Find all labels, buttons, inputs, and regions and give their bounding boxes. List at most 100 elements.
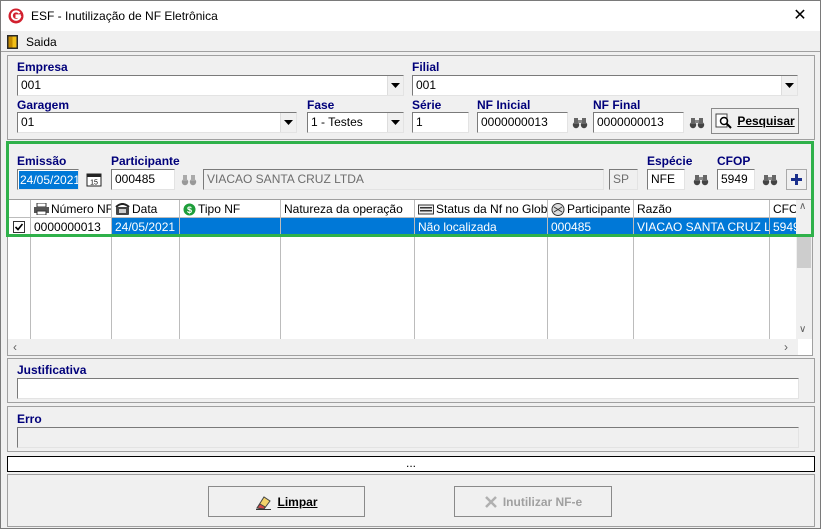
nf-inicial-label: NF Inicial bbox=[477, 98, 531, 112]
grid-line bbox=[111, 236, 112, 340]
eraser-icon bbox=[256, 495, 272, 510]
cell-cfop: 5949 bbox=[770, 218, 798, 236]
main-window: ESF - Inutilização de NF Eletrônica ✕ Sa… bbox=[0, 0, 821, 529]
nf-final-label: NF Final bbox=[593, 98, 641, 112]
col-numero-nf[interactable]: Número NF bbox=[31, 200, 112, 218]
serie-input[interactable]: 1 bbox=[412, 112, 469, 133]
grid-line bbox=[179, 236, 180, 340]
chevron-down-icon[interactable] bbox=[280, 113, 296, 132]
menu-divider bbox=[1, 51, 820, 52]
cell-status: Não localizada bbox=[415, 218, 548, 236]
telephone-icon bbox=[115, 203, 130, 215]
participante-code-input[interactable]: 000485 bbox=[111, 169, 175, 190]
scroll-left-icon[interactable]: ‹ bbox=[13, 340, 17, 354]
checkbox-checked-icon bbox=[13, 221, 25, 233]
app-logo-icon bbox=[8, 8, 24, 24]
horizontal-scrollbar[interactable]: ‹ › bbox=[8, 339, 798, 355]
nf-final-input[interactable]: 0000000013 bbox=[593, 112, 684, 133]
especie-input[interactable]: NFE bbox=[647, 169, 685, 190]
col-razao[interactable]: Razão bbox=[634, 200, 770, 218]
cfop-label: CFOP bbox=[717, 154, 751, 168]
fase-select[interactable]: 1 - Testes bbox=[307, 112, 404, 133]
emissao-label: Emissão bbox=[17, 154, 67, 168]
fase-value: 1 - Testes bbox=[311, 115, 363, 129]
participante-name-field: VIACAO SANTA CRUZ LTDA bbox=[203, 169, 604, 190]
col-status-label: Status da Nf no Globus bbox=[436, 202, 548, 216]
exit-door-icon bbox=[7, 34, 18, 49]
inutilizar-button-label: Inutilizar NF-e bbox=[502, 494, 583, 509]
inutilizar-button[interactable]: Inutilizar NF-e bbox=[454, 486, 612, 517]
menu-exit-label: Saida bbox=[26, 34, 57, 49]
chevron-down-icon[interactable] bbox=[387, 113, 403, 132]
empresa-label: Empresa bbox=[17, 60, 68, 74]
chevron-down-icon[interactable] bbox=[781, 76, 797, 95]
scroll-thumb[interactable] bbox=[797, 234, 811, 268]
grid-line bbox=[633, 236, 634, 340]
dollar-icon: $ bbox=[183, 203, 196, 215]
row-checkbox[interactable] bbox=[8, 218, 31, 236]
menu-bar: Saida bbox=[1, 31, 820, 51]
participante-label: Participante bbox=[111, 154, 180, 168]
garagem-label: Garagem bbox=[17, 98, 70, 112]
col-cfop-label: CFOP bbox=[773, 202, 798, 216]
participant-icon bbox=[551, 202, 565, 216]
garagem-value: 01 bbox=[21, 115, 35, 129]
calendar-icon[interactable]: 15 bbox=[83, 169, 104, 190]
erro-label: Erro bbox=[17, 412, 42, 426]
window-title: ESF - Inutilização de NF Eletrônica bbox=[31, 9, 218, 23]
svg-text:$: $ bbox=[187, 205, 192, 215]
erro-field bbox=[17, 427, 799, 448]
menu-exit[interactable]: Saida bbox=[7, 33, 57, 50]
clear-button-label: Limpar bbox=[277, 494, 318, 509]
col-natureza[interactable]: Natureza da operação bbox=[281, 200, 415, 218]
empresa-select[interactable]: 001 bbox=[17, 75, 404, 96]
nf-grid: Número NF Data $ Tipo NF Natureza da ope… bbox=[7, 199, 813, 356]
binoculars-icon[interactable] bbox=[690, 169, 712, 190]
chevron-down-icon[interactable] bbox=[387, 76, 403, 95]
scroll-down-icon[interactable]: ∨ bbox=[799, 324, 806, 335]
grid-line bbox=[414, 236, 415, 340]
especie-label: Espécie bbox=[647, 154, 693, 168]
col-natureza-label: Natureza da operação bbox=[284, 202, 403, 216]
col-data-label: Data bbox=[132, 202, 158, 216]
fase-label: Fase bbox=[307, 98, 335, 112]
garagem-select[interactable]: 01 bbox=[17, 112, 297, 133]
table-row[interactable]: 0000000013 24/05/2021 Não localizada 000… bbox=[8, 218, 798, 236]
grid-line bbox=[280, 236, 281, 340]
search-button[interactable]: Pesquisar bbox=[711, 108, 799, 134]
justificativa-input[interactable] bbox=[17, 378, 799, 399]
binoculars-icon[interactable] bbox=[686, 112, 708, 133]
col-data[interactable]: Data bbox=[112, 200, 180, 218]
col-status[interactable]: Status da Nf no Globus bbox=[415, 200, 548, 218]
filial-select[interactable]: 001 bbox=[412, 75, 798, 96]
add-plus-icon[interactable] bbox=[786, 169, 807, 190]
grid-line bbox=[769, 236, 770, 340]
empresa-value: 001 bbox=[21, 78, 42, 92]
cell-razao: VIACAO SANTA CRUZ L... bbox=[634, 218, 770, 236]
col-participante[interactable]: Participante bbox=[548, 200, 634, 218]
col-numero-nf-label: Número NF bbox=[51, 202, 112, 216]
close-button[interactable]: ✕ bbox=[790, 5, 810, 27]
cell-participante: 000485 bbox=[548, 218, 634, 236]
col-cfop[interactable]: CFOP bbox=[770, 200, 798, 218]
uf-field: SP bbox=[609, 169, 638, 190]
filial-value: 001 bbox=[416, 78, 437, 92]
scroll-up-icon[interactable]: ∧ bbox=[799, 201, 806, 212]
emissao-input[interactable]: 24/05/2021 bbox=[17, 169, 79, 190]
vertical-scrollbar[interactable]: ∧ ∨ bbox=[796, 200, 812, 339]
col-participante-label: Participante bbox=[567, 202, 631, 216]
nf-inicial-input[interactable]: 0000000013 bbox=[477, 112, 568, 133]
col-tipo-nf[interactable]: $ Tipo NF bbox=[180, 200, 281, 218]
binoculars-icon[interactable] bbox=[569, 112, 591, 133]
grid-line bbox=[30, 236, 31, 340]
binoculars-icon[interactable] bbox=[178, 169, 200, 190]
binoculars-icon[interactable] bbox=[759, 169, 781, 190]
scroll-right-icon[interactable]: › bbox=[784, 340, 788, 354]
cfop-input[interactable]: 5949 bbox=[717, 169, 755, 190]
clear-button[interactable]: Limpar bbox=[208, 486, 365, 517]
cell-numero: 0000000013 bbox=[31, 218, 112, 236]
grid-check-header bbox=[8, 200, 31, 218]
search-document-icon bbox=[715, 113, 733, 129]
x-cancel-icon bbox=[484, 495, 497, 508]
col-tipo-nf-label: Tipo NF bbox=[198, 202, 241, 216]
